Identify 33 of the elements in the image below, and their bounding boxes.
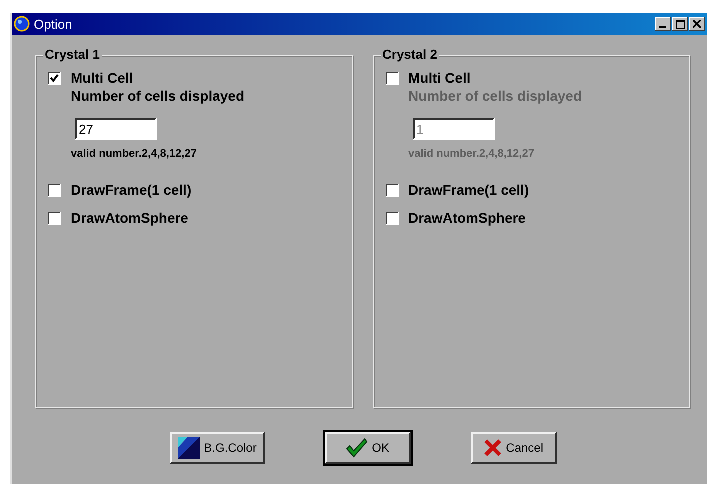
dialog-button[interactable]: Cancel: [470, 432, 557, 464]
close-icon: [484, 439, 502, 457]
checkbox-label: DrawFrame(1 cell): [71, 182, 192, 198]
checkbox-label: DrawAtomSphere: [408, 210, 526, 226]
field-label: Number of cells displayed: [71, 88, 246, 104]
dialog-button[interactable]: B.G.Color: [170, 432, 265, 464]
input-field[interactable]: 27: [75, 118, 157, 140]
field-label: Number of cells displayed: [408, 88, 583, 104]
color-swatch-icon: [178, 437, 200, 459]
checkbox[interactable]: [386, 72, 398, 84]
maximize-icon: [676, 20, 684, 28]
group-title: Crystal 2: [380, 47, 440, 62]
close-button[interactable]: [689, 17, 705, 31]
checkbox[interactable]: [386, 184, 398, 196]
hint-text: valid number.2,4,8,12,27: [408, 148, 536, 160]
checkbox-label: Multi Cell: [408, 70, 471, 86]
checkbox-label: DrawFrame(1 cell): [408, 182, 530, 198]
checkbox[interactable]: [48, 184, 61, 196]
checkmark-icon: [346, 438, 368, 458]
group-title: Crystal 1: [43, 47, 102, 62]
dialog-button[interactable]: OK: [324, 432, 411, 464]
hint-text: valid number.2,4,8,12,27: [71, 148, 198, 160]
window-title: Option: [34, 16, 74, 32]
checkbox-label: Multi Cell: [71, 70, 134, 86]
checkbox[interactable]: [48, 72, 61, 84]
minimize-button[interactable]: [655, 17, 671, 31]
checkbox[interactable]: [386, 212, 398, 224]
input-field[interactable]: 1: [412, 118, 494, 140]
close-icon: [693, 20, 701, 28]
checkbox[interactable]: [48, 212, 61, 224]
checkbox-label: DrawAtomSphere: [71, 210, 188, 226]
maximize-button[interactable]: [672, 17, 688, 31]
globe-icon: [14, 16, 30, 32]
